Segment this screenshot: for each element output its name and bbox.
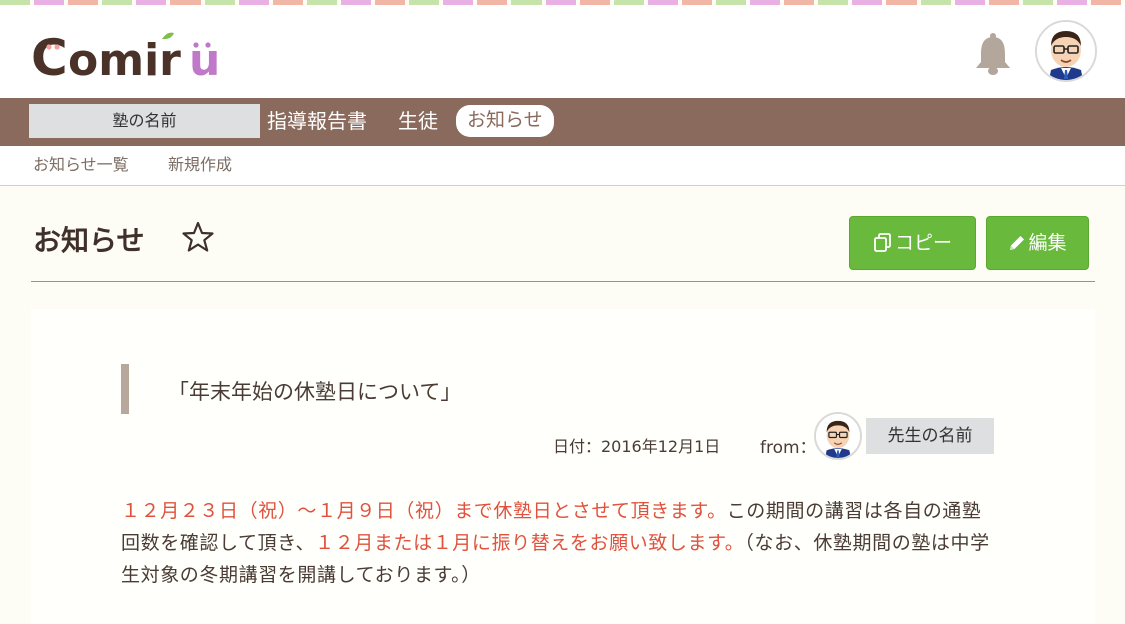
teacher-face-icon [1037,22,1095,80]
from-label: from： [760,438,817,458]
notice-body: １２月２３日（祝）〜１月９日（祝）まで休塾日とさせて頂きます。この期間の講習は各… [121,495,1001,591]
body-highlight-2: １２月または１月に振り替えをお願い致します。 [315,532,745,554]
subnav-new-notice[interactable]: 新規作成 [168,146,232,184]
subnav-notice-list[interactable]: お知らせ一覧 [33,146,129,184]
teacher-name: 先生の名前 [866,418,994,454]
edit-button-label: 編集 [1028,232,1067,254]
teacher-avatar [814,412,862,460]
nav-item-notices[interactable]: お知らせ [456,105,554,137]
notice-date: 日付：2016年12月1日 [553,437,721,456]
logo-graphic: C omir u [31,29,220,87]
svg-text:omir: omir [68,35,181,85]
copy-button[interactable]: コピー [849,216,976,270]
edit-button[interactable]: 編集 [986,216,1089,270]
body-highlight-1: １２月２３日（祝）〜１月９日（祝）まで休塾日とさせて頂きます。 [121,500,727,522]
nav-item-reports[interactable]: 指導報告書 [267,98,367,146]
comiru-logo[interactable]: C omir u [31,25,241,87]
page-title: お知らせ [33,224,145,257]
nav-item-students[interactable]: 生徒 [398,98,438,146]
main-nav: 塾の名前 指導報告書 生徒 お知らせ [0,98,1125,146]
svg-text:u: u [189,35,220,85]
title-quote-bar [121,364,129,414]
notice-title: 「年末年始の休塾日について」 [168,380,462,404]
top-bar: C omir u [0,5,1125,98]
copy-button-label: コピー [894,232,952,254]
user-avatar[interactable] [1035,20,1097,82]
title-divider [31,281,1095,282]
svg-text:C: C [31,29,68,85]
teacher-face-icon [816,414,860,458]
sub-nav: お知らせ一覧 新規作成 [0,146,1125,186]
bell-icon[interactable] [973,31,1013,77]
school-name-box: 塾の名前 [29,104,260,138]
copy-icon [874,233,891,252]
pencil-icon [1010,236,1025,250]
star-outline-icon[interactable] [181,220,215,254]
